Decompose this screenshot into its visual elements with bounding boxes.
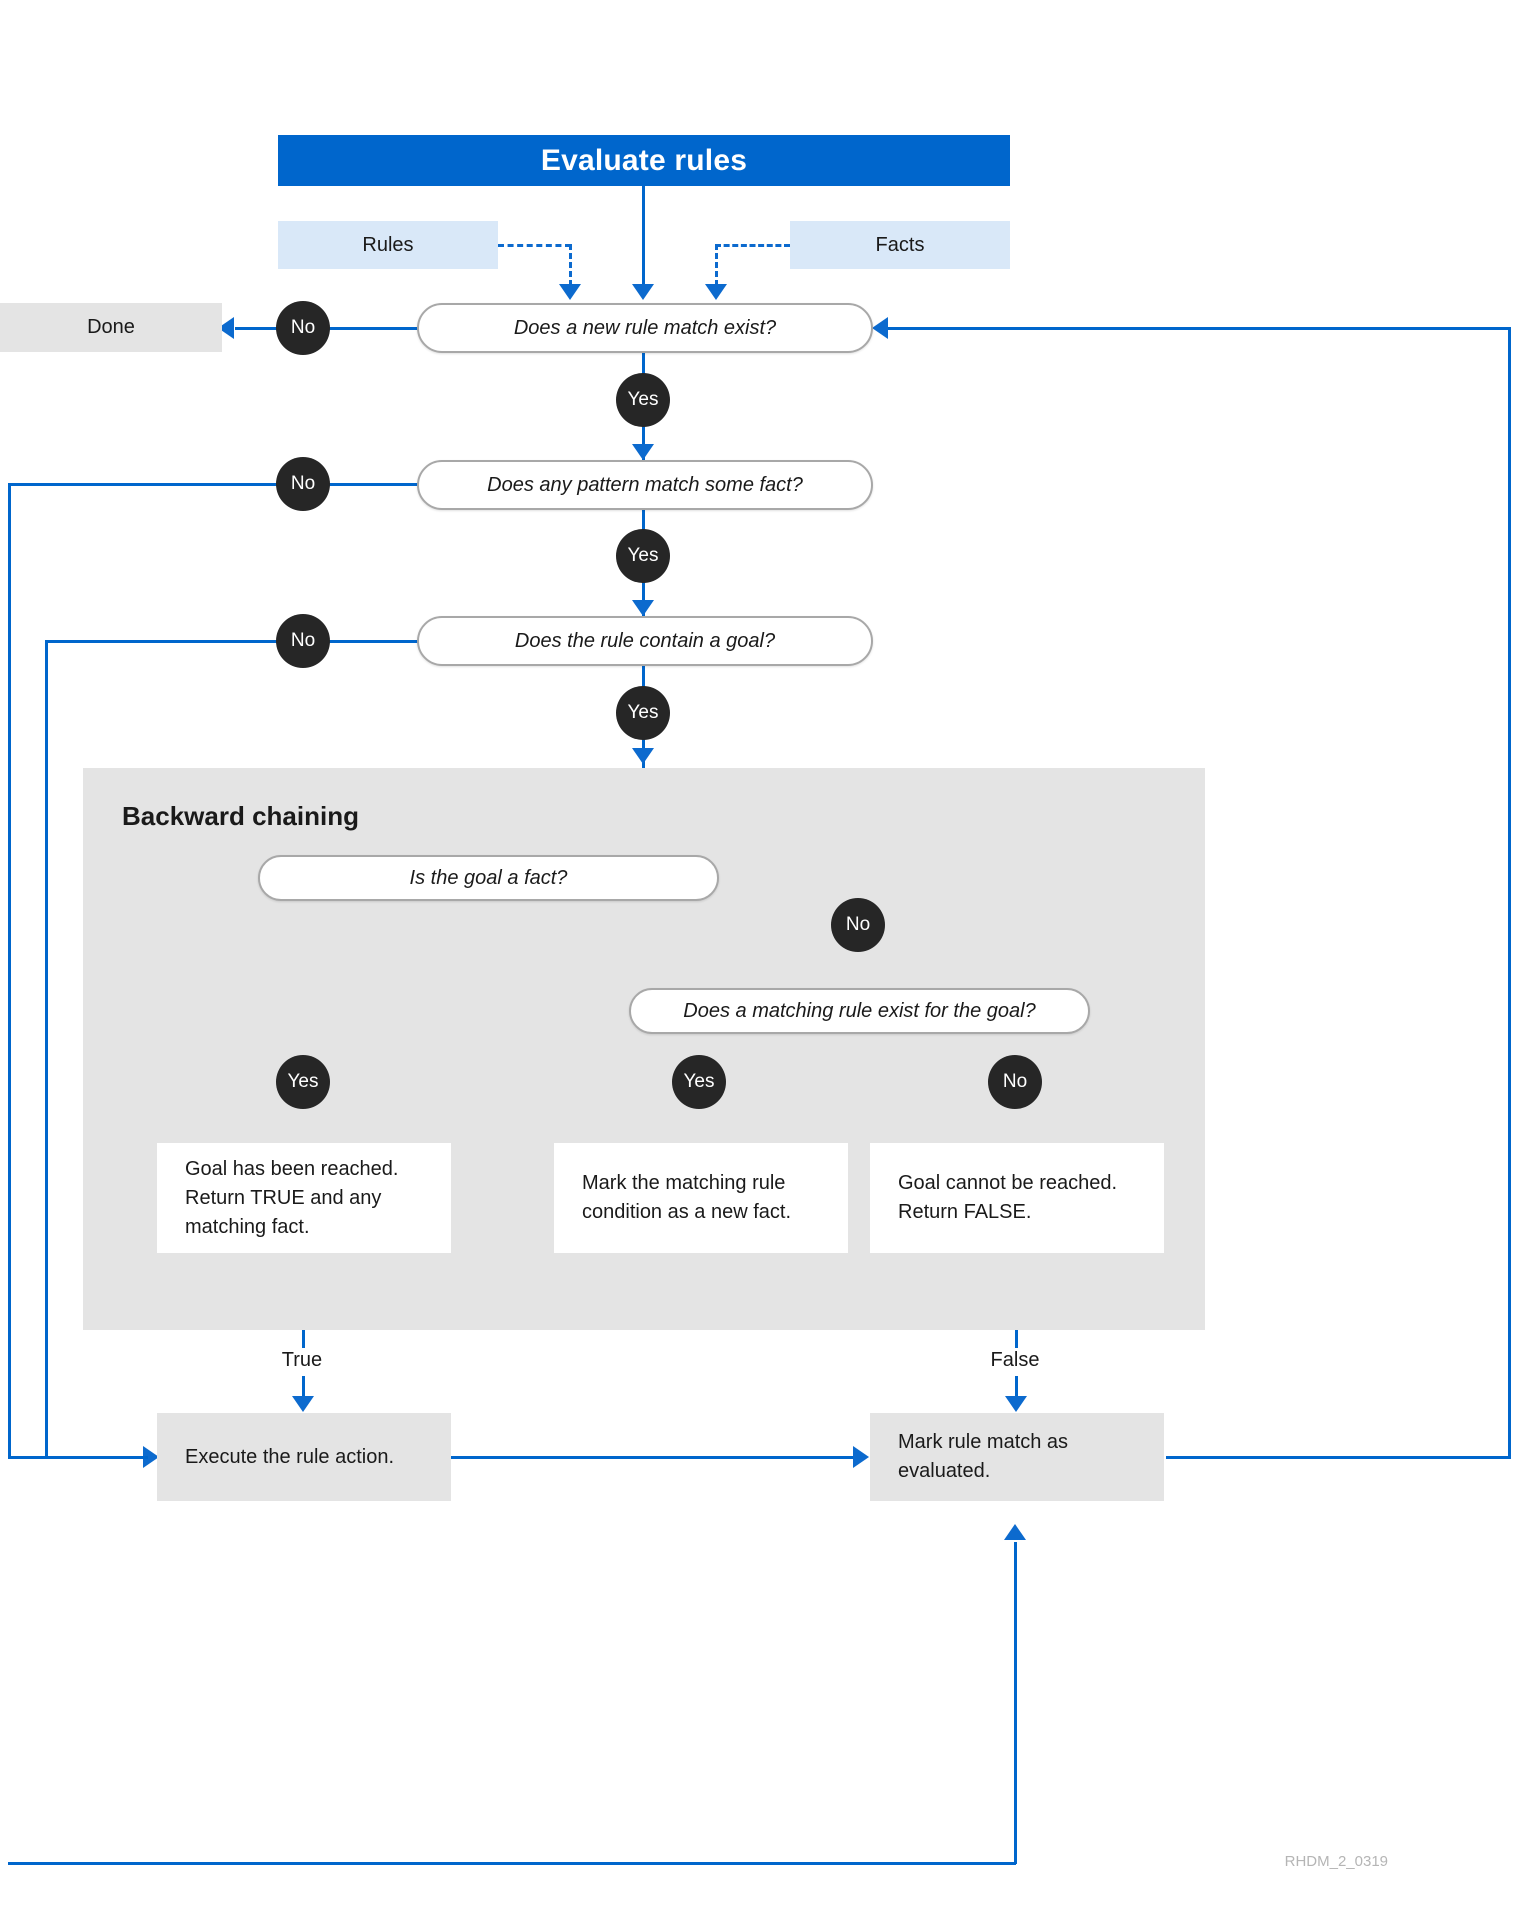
- badge-d4-yes: Yes: [276, 1055, 330, 1109]
- arrowhead-facts: [705, 284, 727, 300]
- arrowhead-loop-to-d1: [872, 317, 888, 339]
- input-box-rules: Rules: [278, 221, 498, 269]
- connector-facts-h: [715, 244, 790, 247]
- arrowhead-d1-yes: [632, 444, 654, 460]
- terminal-done: Done: [0, 303, 222, 352]
- badge-d5-no: No: [988, 1055, 1042, 1109]
- connector-bottom-loop-h: [8, 1862, 1016, 1865]
- connector-d2-no-v: [8, 483, 11, 1457]
- arrowhead-banner-to-d1: [632, 284, 654, 300]
- label-true: True: [281, 1348, 323, 1371]
- connector-mark-back-h: [888, 327, 1509, 330]
- badge-d3-yes: Yes: [616, 686, 670, 740]
- connector-d3-no-in: [45, 1456, 148, 1459]
- connector-rules-v: [569, 244, 572, 286]
- input-box-facts: Facts: [790, 221, 1010, 269]
- connector-d3-no-v: [45, 640, 48, 1457]
- decision-new-rule-match: Does a new rule match exist?: [417, 303, 873, 353]
- badge-d1-yes: Yes: [616, 373, 670, 427]
- watermark: RHDM_2_0319: [1284, 1853, 1388, 1870]
- arrowhead-bottom-loop: [1004, 1524, 1026, 1540]
- arrowhead-true: [292, 1396, 314, 1412]
- badge-d1-no: No: [276, 301, 330, 355]
- arrowhead-d3-yes: [632, 748, 654, 764]
- arrowhead-rules: [559, 284, 581, 300]
- decision-pattern-match-fact: Does any pattern match some fact?: [417, 460, 873, 510]
- action-execute-rule: Execute the rule action.: [157, 1413, 451, 1501]
- connector-d3-no-h: [45, 640, 420, 643]
- badge-d4-no: No: [831, 898, 885, 952]
- result-mark-condition-new-fact: Mark the matching rule condition as a ne…: [554, 1143, 848, 1253]
- decision-rule-contains-goal: Does the rule contain a goal?: [417, 616, 873, 666]
- arrowhead-false: [1005, 1396, 1027, 1412]
- result-goal-reached: Goal has been reached. Return TRUE and a…: [157, 1143, 451, 1253]
- connector-execute-to-mark: [448, 1456, 854, 1459]
- result-goal-not-reached: Goal cannot be reached. Return FALSE.: [870, 1143, 1164, 1253]
- connector-rules-h: [498, 244, 571, 247]
- flowchart-canvas: Backward chaining Evaluate rules Rules F…: [0, 0, 1521, 1913]
- decision-matching-rule-exists: Does a matching rule exist for the goal?: [629, 988, 1090, 1034]
- badge-d5-yes: Yes: [672, 1055, 726, 1109]
- page-title: Evaluate rules: [278, 135, 1010, 186]
- backward-chaining-title: Backward chaining: [122, 801, 359, 831]
- connector-mark-out-h: [1166, 1456, 1511, 1459]
- arrowhead-d2-yes: [632, 600, 654, 616]
- badge-d3-no: No: [276, 614, 330, 668]
- arrowhead-execute-to-mark: [853, 1446, 869, 1468]
- label-false: False: [990, 1348, 1040, 1371]
- action-mark-evaluated: Mark rule match as evaluated.: [870, 1413, 1164, 1501]
- connector-banner-to-d1: [642, 186, 645, 286]
- connector-facts-v: [715, 244, 718, 286]
- connector-bottom-loop-v: [1014, 1542, 1017, 1864]
- badge-d2-yes: Yes: [616, 529, 670, 583]
- connector-d2-no-h: [8, 483, 420, 486]
- badge-d2-no: No: [276, 457, 330, 511]
- connector-mark-out-v: [1508, 327, 1511, 1457]
- decision-goal-is-fact: Is the goal a fact?: [258, 855, 719, 901]
